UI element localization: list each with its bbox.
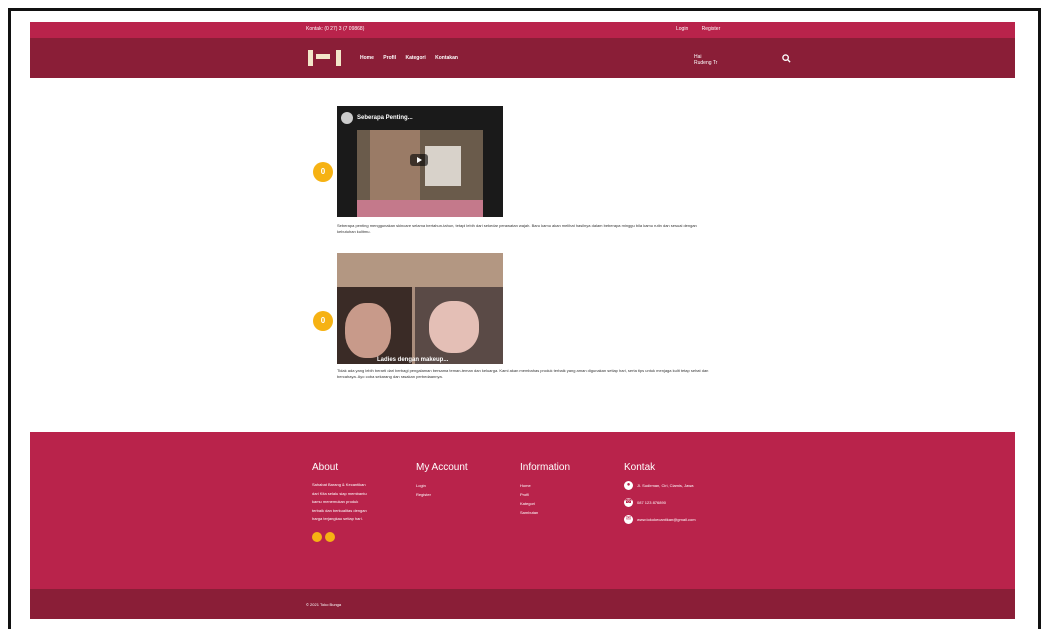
search-icon[interactable] [782, 54, 791, 63]
topbar-contact: Kontak: (0 27) 3 (7 09868) [306, 26, 365, 32]
footer-about-text: Sahabat Barang & Kecantikan dari Kita se… [312, 482, 367, 521]
footer-contact-title: Kontak [624, 462, 656, 473]
post-description: Tidak ada yang lebih berarti dari berbag… [337, 368, 709, 379]
register-link[interactable]: Register [702, 26, 721, 32]
top-bar: Kontak: (0 27) 3 (7 09868) Login Registe… [30, 22, 1015, 38]
footer-contact: Kontak ● Jl. Sudirman, Ciri, Ciamis, Jawa… [624, 462, 696, 532]
footer-about: About Sahabat Barang & Kecantikan dari K… [312, 462, 370, 547]
footer-information: Information Home Profil Kategori Sambuta… [520, 462, 570, 517]
footer-link-home[interactable]: Home [520, 481, 570, 490]
nav-item-kontak[interactable]: Kontakan [435, 55, 458, 61]
footer-account-title: My Account [416, 462, 468, 473]
contact-address: Jl. Sudirman, Ciri, Ciamis, Jawa [637, 483, 694, 488]
footer-link-kategori[interactable]: Kategori [520, 499, 570, 508]
footer: About Sahabat Barang & Kecantikan dari K… [30, 432, 1015, 589]
footer-account: My Account Login Register [416, 462, 468, 499]
instagram-icon[interactable] [325, 531, 335, 542]
account-name: Rudeng Tr [694, 60, 718, 66]
facebook-icon[interactable] [312, 531, 322, 542]
footer-link-login[interactable]: Login [416, 481, 468, 490]
post-badge: 0 [313, 311, 333, 331]
email-icon: ✉ [624, 515, 633, 524]
play-icon[interactable] [410, 154, 428, 166]
video-title: Seberapa Penting... [357, 115, 413, 121]
contact-email[interactable]: www.tokokecantikan@gmail.com [637, 515, 696, 524]
post-image[interactable]: Ladies dengan makeup... [337, 253, 503, 364]
phone-icon: ☎ [624, 498, 633, 507]
footer-about-title: About [312, 462, 339, 473]
copyright: © 2021 Toko Bunga [306, 602, 342, 607]
main-navbar: Home Profil Kategori Kontakan Hai Rudeng… [30, 38, 1015, 78]
footer-link-sambutan[interactable]: Sambutan [520, 508, 570, 517]
footer-link-register[interactable]: Register [416, 490, 468, 499]
nav-item-kategori[interactable]: Kategori [405, 55, 425, 61]
bottom-bar: © 2021 Toko Bunga [30, 589, 1015, 619]
footer-info-title: Information [520, 462, 571, 473]
location-icon: ● [624, 481, 633, 490]
post-badge: 0 [313, 162, 333, 182]
logo-icon[interactable] [306, 48, 346, 68]
contact-phone: 087 123 876890 [637, 500, 666, 505]
post-video[interactable]: Seberapa Penting... [337, 106, 503, 217]
photo-caption: Ladies dengan makeup... [377, 357, 449, 363]
nav-item-profil[interactable]: Profil [383, 55, 396, 61]
footer-link-profil[interactable]: Profil [520, 490, 570, 499]
login-link[interactable]: Login [676, 26, 688, 32]
post-description: Seberapa penting menggunakan skincare se… [337, 223, 697, 234]
nav-item-home[interactable]: Home [360, 55, 374, 61]
account-menu[interactable]: Hai Rudeng Tr [694, 54, 717, 66]
